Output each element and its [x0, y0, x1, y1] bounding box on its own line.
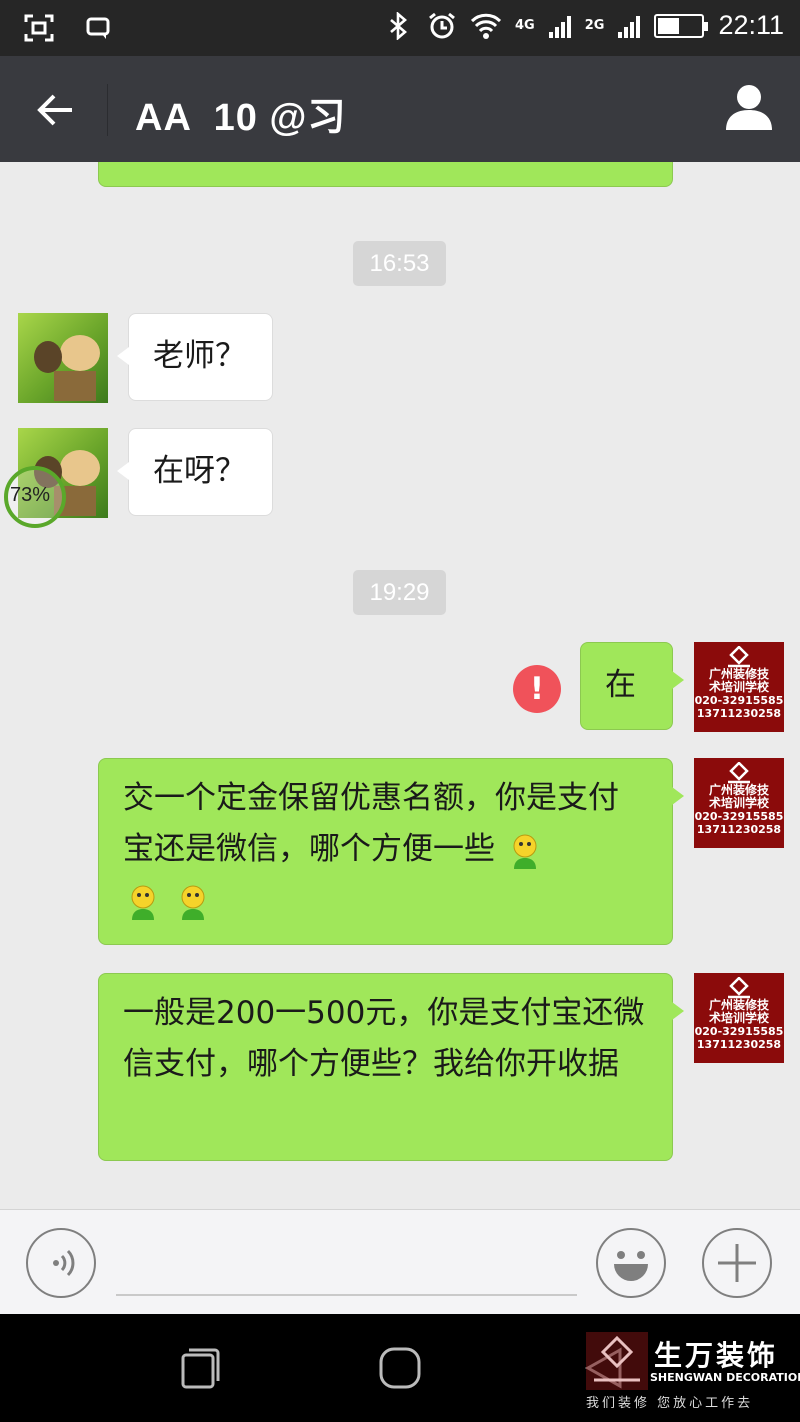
contact-avatar[interactable] [18, 313, 108, 403]
bluetooth-icon [390, 11, 407, 40]
input-bar [0, 1209, 800, 1314]
status-bar: 4G 2G 22:11 [0, 0, 800, 56]
voice-icon [53, 1249, 75, 1277]
wifi-icon [471, 13, 501, 39]
avatar-text-line: 020-32915585 [694, 1025, 784, 1038]
recent-apps-icon[interactable] [178, 1346, 222, 1390]
system-nav-bar: 生万装饰 SHENGWAN DECORATION 我们装修 您放心工作去 [0, 1314, 800, 1422]
watermark-logo-icon [586, 1332, 648, 1390]
back-arrow-icon[interactable] [28, 82, 84, 138]
chat-header: AA 10 @习 [0, 56, 800, 162]
my-avatar[interactable]: 广州装修技 术培训学校 020-32915585 13711230258 [694, 642, 784, 732]
emoji-face-icon [614, 1251, 648, 1281]
avatar-text-line: 020-32915585 [694, 810, 784, 823]
clock: 22:11 [718, 10, 784, 40]
message-bubble-sent[interactable]: 在 [580, 642, 684, 730]
header-divider [107, 84, 108, 136]
voice-input-button[interactable] [26, 1228, 96, 1298]
message-bubble-sent[interactable]: 交一个定金保留优惠名额，你是支付宝还是微信，哪个方便一些 [98, 758, 684, 945]
school-logo-icon [728, 762, 750, 784]
avatar-text-line: 020-32915585 [694, 694, 784, 707]
message-bubble-sent-partial[interactable] [98, 162, 673, 187]
message-bubble-sent[interactable]: 一般是200一500元，你是支付宝还微信支付，哪个方便些？我给你开收据 [98, 973, 684, 1161]
message-bubble-received[interactable]: 老师？ [117, 313, 273, 401]
screenshot-icon [24, 14, 54, 42]
alarm-icon [429, 12, 455, 38]
avatar-text-line: 13711230258 [696, 1038, 782, 1051]
smiley-emoji-icon [513, 834, 537, 869]
emoji-button[interactable] [596, 1228, 666, 1298]
upload-progress-label: 73% [10, 484, 51, 506]
chat-title: AA 10 @习 [135, 97, 347, 139]
message-list[interactable]: 16:53 老师？ 73% 在呀？ 19:29 ! 在 广州装修技 术培训学校 … [0, 162, 800, 1209]
my-avatar[interactable]: 广州装修技 术培训学校 020-32915585 13711230258 [694, 758, 784, 848]
network-type-2g: 2G [584, 17, 605, 33]
smiley-emoji-icon [131, 885, 155, 920]
message-text: 一般是200一500元，你是支付宝还微信支付，哪个方便些？我给你开收据 [123, 995, 645, 1082]
message-text: 在 [605, 667, 636, 703]
battery-icon [654, 13, 709, 38]
signal-strength-icon [548, 14, 571, 38]
my-avatar[interactable]: 广州装修技 术培训学校 020-32915585 13711230258 [694, 973, 784, 1063]
message-text: 在呀？ [153, 453, 246, 489]
send-failed-icon[interactable]: ! [513, 665, 561, 713]
signal-strength-icon [618, 14, 641, 38]
school-logo-icon [728, 977, 750, 999]
watermark-slogan: 我们装修 您放心工作去 [586, 1396, 754, 1411]
timestamp: 19:29 [353, 570, 446, 615]
watermark-brand: 生万装饰 [654, 1339, 779, 1372]
avatar-text-line: 13711230258 [696, 707, 782, 720]
avatar-text-line: 13711230258 [696, 823, 782, 836]
avatar-text-line: 术培训学校 [708, 680, 769, 694]
watermark-brand-en: SHENGWAN DECORATION [650, 1371, 800, 1384]
timestamp: 16:53 [353, 241, 446, 286]
contact-profile-icon[interactable] [724, 82, 774, 134]
dog-photo-icon [34, 335, 100, 401]
home-icon[interactable] [378, 1346, 422, 1390]
smiley-emoji-icon [181, 885, 205, 920]
network-type-4g: 4G [515, 17, 535, 33]
school-logo-icon [728, 646, 750, 668]
message-notification-icon [86, 17, 110, 39]
more-options-button[interactable] [702, 1228, 772, 1298]
plus-icon [718, 1244, 756, 1282]
message-input[interactable] [116, 1294, 577, 1296]
avatar-text-line: 术培训学校 [708, 1011, 769, 1025]
message-text: 老师？ [153, 338, 246, 374]
avatar-text-line: 术培训学校 [708, 796, 769, 810]
message-bubble-received[interactable]: 在呀？ [117, 428, 273, 516]
watermark: 生万装饰 SHENGWAN DECORATION 我们装修 您放心工作去 [586, 1332, 800, 1411]
